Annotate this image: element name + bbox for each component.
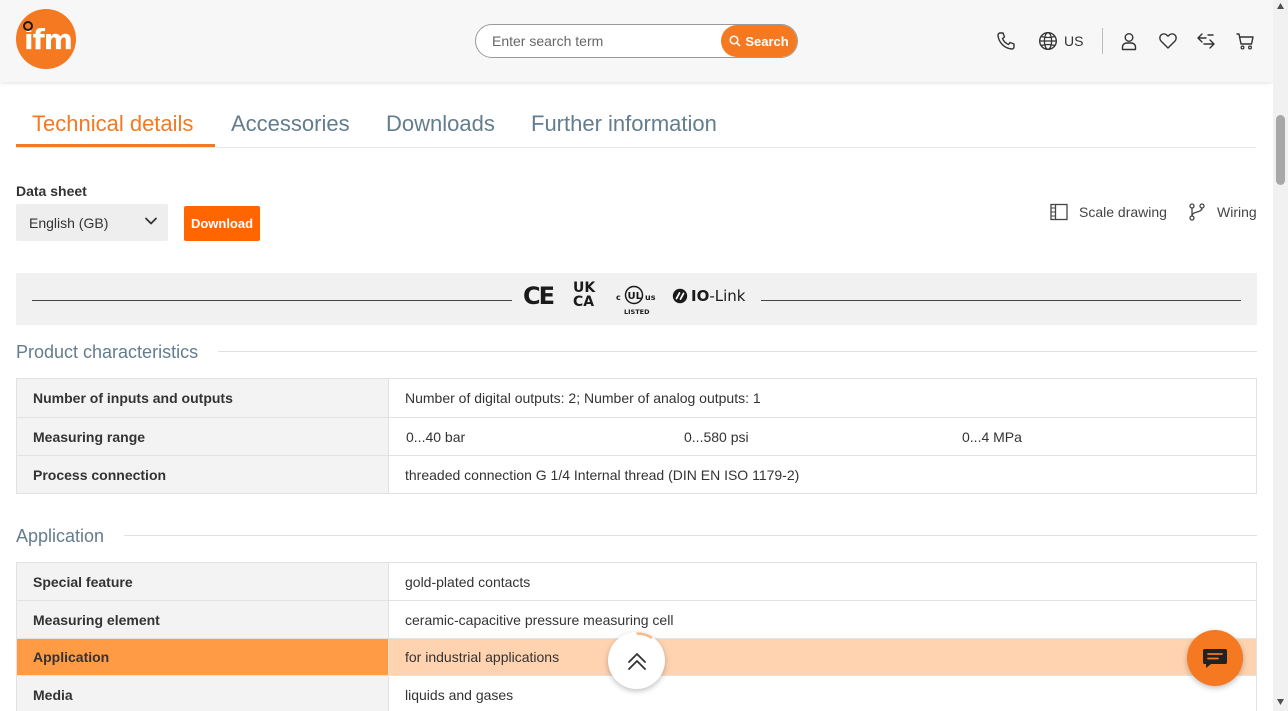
ukca-mark: UK CA bbox=[573, 281, 605, 309]
ukca-top: UK bbox=[573, 280, 596, 296]
search-button[interactable]: Search bbox=[721, 25, 797, 57]
section-divider bbox=[124, 535, 1257, 536]
ul-listed: LISTED bbox=[624, 308, 650, 316]
io-link-rest: -Link bbox=[709, 287, 746, 305]
product-tabs: Technical details Accessories Downloads … bbox=[16, 100, 1256, 148]
table-row: Special feature gold-plated contacts bbox=[17, 563, 1256, 601]
ifm-logo[interactable]: ifm bbox=[16, 9, 76, 69]
io-link-io: IO bbox=[691, 287, 710, 305]
search-input[interactable] bbox=[492, 32, 712, 50]
region-label: US bbox=[1064, 33, 1084, 49]
search-icon bbox=[729, 35, 741, 47]
table-row: Measuring range 0...40 bar 0...580 psi 0… bbox=[17, 418, 1256, 456]
range-psi: 0...580 psi bbox=[684, 428, 749, 445]
range-mpa: 0...4 MPa bbox=[962, 428, 1022, 445]
range-bar: 0...40 bar bbox=[406, 428, 466, 445]
row-value: liquids and gases bbox=[389, 676, 1256, 711]
wiring-label: Wiring bbox=[1217, 204, 1257, 220]
scroll-up-arrow-icon[interactable] bbox=[1276, 2, 1285, 10]
scale-drawing-icon bbox=[1050, 203, 1068, 221]
row-key: Measuring range bbox=[17, 418, 389, 455]
phone-button[interactable] bbox=[995, 30, 1017, 52]
chat-button[interactable] bbox=[1187, 630, 1243, 686]
row-value: Number of digital outputs: 2; Number of … bbox=[389, 379, 1256, 417]
ul-listed-mark: c UL us LISTED bbox=[616, 282, 662, 318]
ul-us: us bbox=[645, 293, 656, 302]
chevron-down-icon bbox=[145, 217, 157, 225]
cart-button[interactable] bbox=[1234, 30, 1256, 52]
active-tab-indicator bbox=[16, 144, 215, 147]
globe-icon bbox=[1038, 31, 1058, 51]
data-sheet-language-select[interactable]: English (GB) bbox=[16, 204, 168, 241]
tab-further-information[interactable]: Further information bbox=[531, 111, 717, 137]
row-value: ceramic-capacitive pressure measuring ce… bbox=[389, 601, 1256, 638]
wishlist-button[interactable] bbox=[1157, 30, 1179, 52]
region-selector[interactable]: US bbox=[1038, 30, 1083, 52]
table-row: Process connection threaded connection G… bbox=[17, 456, 1256, 493]
data-sheet-language-value: English (GB) bbox=[29, 214, 109, 231]
phone-icon bbox=[997, 32, 1015, 50]
scrollbar-thumb[interactable] bbox=[1276, 115, 1285, 185]
product-characteristics-table: Number of inputs and outputs Number of d… bbox=[16, 378, 1257, 494]
row-key: Measuring element bbox=[17, 601, 389, 638]
ce-mark: CE bbox=[523, 282, 555, 310]
cert-divider-right bbox=[761, 300, 1241, 301]
tab-downloads[interactable]: Downloads bbox=[386, 111, 495, 137]
data-sheet-label: Data sheet bbox=[16, 183, 87, 199]
scale-drawing-link[interactable]: Scale drawing bbox=[1049, 201, 1167, 223]
ukca-bottom: CA bbox=[573, 294, 595, 310]
io-link-icon bbox=[672, 288, 688, 304]
measuring-range-values: 0...40 bar 0...580 psi 0...4 MPa bbox=[389, 418, 1256, 455]
ul-mark: UL bbox=[628, 291, 643, 302]
chat-icon bbox=[1203, 649, 1227, 668]
section-divider bbox=[218, 351, 1257, 352]
certifications-strip: CE UK CA c UL us LISTED IO-Link bbox=[16, 273, 1257, 325]
row-value: threaded connection G 1/4 Internal threa… bbox=[389, 456, 1256, 493]
account-button[interactable] bbox=[1118, 30, 1140, 52]
io-link-mark: IO-Link bbox=[672, 287, 745, 305]
row-key: Number of inputs and outputs bbox=[17, 379, 389, 417]
page-scrollbar[interactable] bbox=[1273, 0, 1288, 711]
search-button-label: Search bbox=[745, 33, 789, 49]
cart-icon bbox=[1236, 33, 1254, 50]
user-icon bbox=[1121, 33, 1137, 51]
heart-icon bbox=[1159, 33, 1177, 49]
row-key: Process connection bbox=[17, 456, 389, 493]
product-characteristics-title: Product characteristics bbox=[16, 342, 199, 362]
row-key: Media bbox=[17, 676, 389, 711]
wiring-link[interactable]: Wiring bbox=[1187, 201, 1257, 223]
application-title: Application bbox=[16, 526, 105, 546]
scale-drawing-label: Scale drawing bbox=[1079, 204, 1167, 220]
compare-icon bbox=[1197, 33, 1215, 49]
wiring-icon bbox=[1189, 203, 1205, 221]
tab-accessories[interactable]: Accessories bbox=[231, 111, 350, 137]
table-row: Number of inputs and outputs Number of d… bbox=[17, 379, 1256, 418]
search-box: Search bbox=[475, 24, 798, 58]
site-header: ifm Search US bbox=[0, 0, 1273, 82]
row-key: Application bbox=[17, 639, 389, 675]
data-sheet-download-button[interactable]: Download bbox=[184, 206, 260, 241]
row-value: for industrial applications bbox=[389, 639, 1256, 675]
cert-divider-left bbox=[32, 300, 512, 301]
scroll-down-arrow-icon[interactable] bbox=[1276, 698, 1285, 706]
ul-c: c bbox=[616, 293, 621, 302]
compare-button[interactable] bbox=[1195, 30, 1217, 52]
header-divider bbox=[1102, 28, 1103, 54]
row-value: gold-plated contacts bbox=[389, 563, 1256, 600]
tab-technical-details[interactable]: Technical details bbox=[32, 111, 193, 137]
logo-dot bbox=[23, 21, 33, 31]
scroll-progress-ring bbox=[636, 632, 653, 640]
row-key: Special feature bbox=[17, 563, 389, 600]
